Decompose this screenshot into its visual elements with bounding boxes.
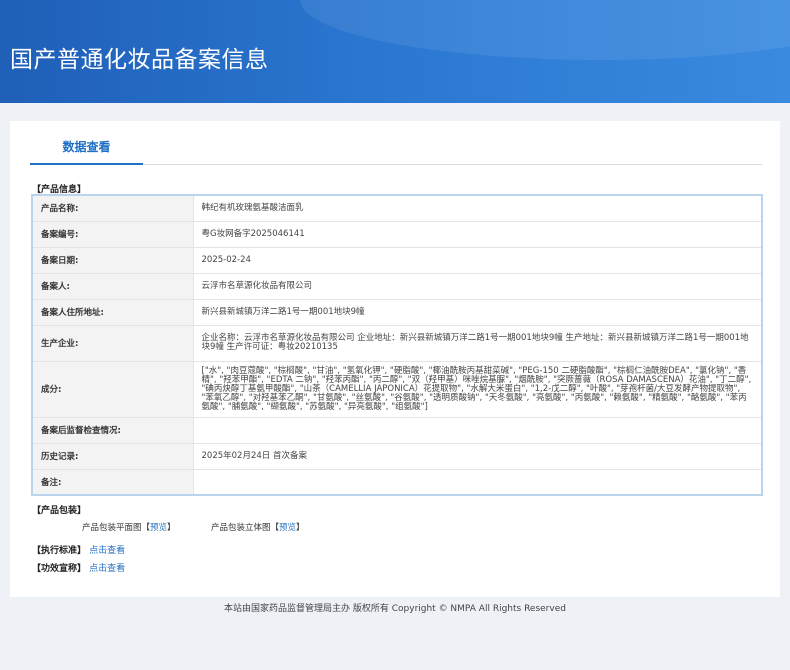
row-value: 新兴县新城镇万洋二路1号一期001地块9幢 [192,298,763,326]
header-banner: 国产普通化妆品备案信息 [0,0,790,103]
efficacy-label: 【功效宣称】 [32,564,87,574]
bracket: 】 [296,523,305,533]
row-label: 产品名称: [31,194,194,222]
table-row: 生产企业: 企业名称：云浮市名草源化妆品有限公司 企业地址：新兴县新城镇万洋二路1… [31,324,763,362]
section-standard: 【执行标准】 点击查看 [32,543,125,556]
table-row: 备案编号: 粤G妆网备字2025046141 [31,220,763,248]
row-value: 企业名称：云浮市名草源化妆品有限公司 企业地址：新兴县新城镇万洋二路1号一期00… [192,324,763,362]
standard-link[interactable]: 点击查看 [89,546,125,556]
product-info-table: 产品名称: 韩纪有机玫瑰氨基酸洁面乳 备案编号: 粤G妆网备字2025046141 备案… [31,194,763,496]
packaging-flat-label: 产品包装平面图 [82,523,142,533]
table-row: 备案后监督检查情况: [31,416,763,444]
packaging-solid-label: 产品包装立体图 [211,523,271,533]
row-value: ["水", "肉豆蔻酸", "棕榈酸", "甘油", "氢氧化钾", "硬脂酸"… [192,360,763,418]
solid-preview-link[interactable]: 预览 [279,523,296,533]
row-label: 备案人: [31,272,194,300]
row-value: 韩纪有机玫瑰氨基酸洁面乳 [192,194,763,222]
row-value: 云浮市名草源化妆品有限公司 [192,272,763,300]
bracket: 【 [141,523,151,533]
row-label: 备案人住所地址: [31,298,194,326]
row-value: 粤G妆网备字2025046141 [192,220,763,248]
bracket: 】 [167,523,176,533]
section-efficacy: 【功效宣称】 点击查看 [32,561,125,574]
efficacy-link[interactable]: 点击查看 [89,564,125,574]
row-value [192,416,763,444]
flat-preview-link[interactable]: 预览 [150,523,167,533]
row-label: 备注: [31,468,194,496]
table-row: 历史记录: 2025年02月24日 首次备案 [31,442,763,470]
standard-label: 【执行标准】 [32,546,87,556]
table-row: 备注: [31,468,763,496]
row-value [192,468,763,496]
page-title: 国产普通化妆品备案信息 [10,47,269,73]
table-row: 备案日期: 2025-02-24 [31,246,763,274]
row-label: 备案后监督检查情况: [31,416,194,444]
table-row: 产品名称: 韩纪有机玫瑰氨基酸洁面乳 [31,194,763,222]
bracket: 【 [270,523,280,533]
footer: 本站由国家药品监督管理局主办 版权所有 Copyright © NMPA All… [224,604,566,614]
table-row: 备案人: 云浮市名草源化妆品有限公司 [31,272,763,300]
tab-data-view[interactable]: 数据查看 [30,135,143,165]
row-label: 历史记录: [31,442,194,470]
table-row: 成分: ["水", "肉豆蔻酸", "棕榈酸", "甘油", "氢氧化钾", "硬… [31,360,763,418]
table-row: 备案人住所地址: 新兴县新城镇万洋二路1号一期001地块9幢 [31,298,763,326]
packaging-flat: 产品包装平面图【预览】 [82,521,176,533]
row-value: 2025-02-24 [192,246,763,274]
tab-bar: 数据查看 [30,135,762,165]
row-value: 2025年02月24日 首次备案 [192,442,763,470]
row-label: 成分: [31,360,194,418]
row-label: 生产企业: [31,324,194,362]
section-packaging: 【产品包装】 [32,506,87,516]
packaging-solid: 产品包装立体图【预览】 [211,521,305,533]
content-card: 数据查看 【产品信息】 产品名称: 韩纪有机玫瑰氨基酸洁面乳 备案编号: 粤G妆网备字… [10,121,780,597]
row-label: 备案日期: [31,246,194,274]
row-label: 备案编号: [31,220,194,248]
